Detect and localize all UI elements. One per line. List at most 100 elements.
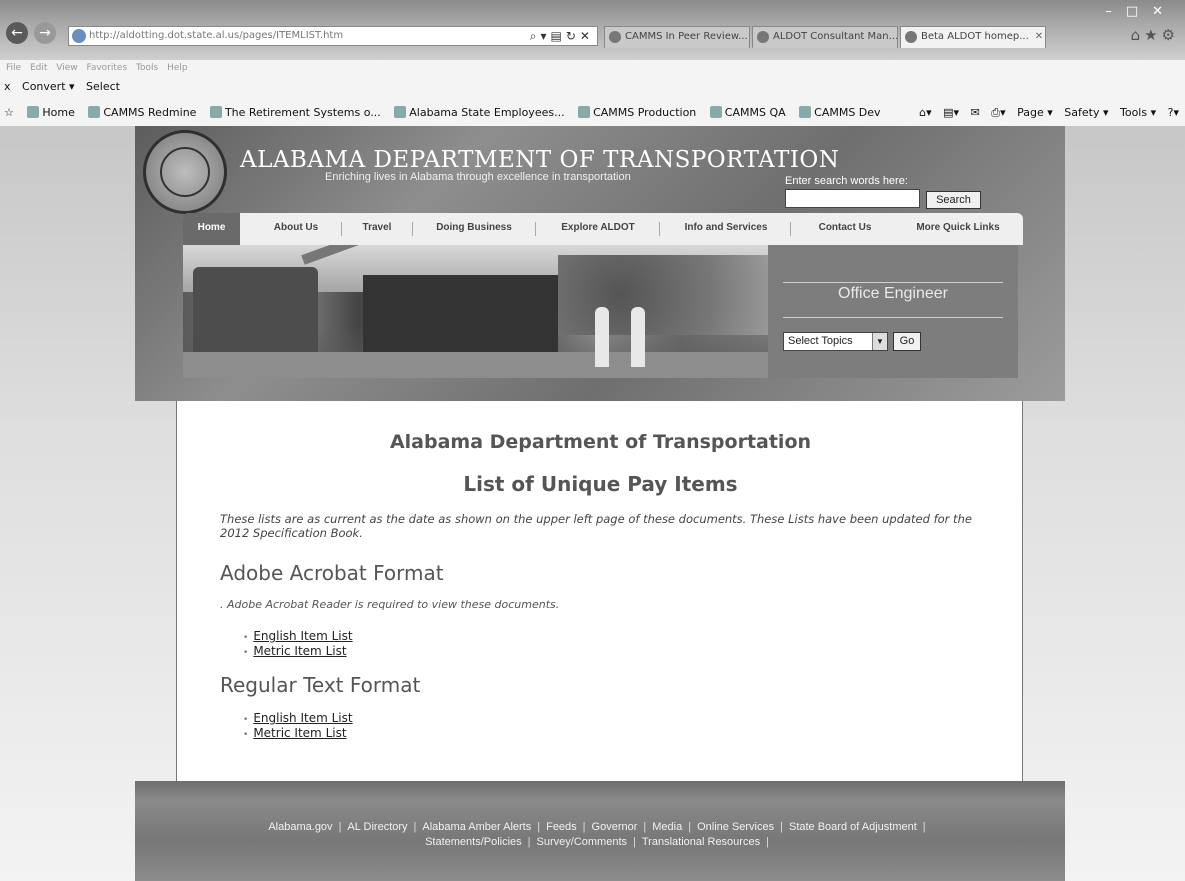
window-controls[interactable]: –□✕ bbox=[1105, 4, 1177, 19]
ie-icon bbox=[709, 106, 722, 118]
tab-aldot-consultant[interactable]: ALDOT Consultant Man... bbox=[752, 26, 898, 48]
site-header: ALABAMA DEPARTMENT OF TRANSPORTATION Enr… bbox=[135, 126, 1065, 401]
banner-photo bbox=[183, 245, 768, 378]
nav-info-and-services[interactable]: Info and Services bbox=[667, 213, 785, 245]
footer-link-statements-policies[interactable]: Statements/Policies bbox=[425, 836, 522, 848]
help-icon[interactable]: ?▾ bbox=[1168, 106, 1179, 119]
text-metric-item-list-link[interactable]: Metric Item List bbox=[253, 726, 346, 740]
menu-view[interactable]: View bbox=[56, 63, 77, 73]
footer-link-alabama-gov[interactable]: Alabama.gov bbox=[268, 821, 332, 833]
tab-favicon bbox=[905, 31, 917, 43]
url-text: http://aldotting.dot.state.al.us/pages/I… bbox=[89, 30, 344, 41]
search-input[interactable] bbox=[785, 189, 920, 208]
close-icon[interactable]: ✕ bbox=[1035, 31, 1043, 42]
pdf-english-item-list-link[interactable]: English Item List bbox=[253, 629, 352, 643]
text-english-item-list-link[interactable]: English Item List bbox=[253, 711, 352, 725]
fav-retirement-systems[interactable]: The Retirement Systems o... bbox=[209, 106, 381, 119]
footer-links-row2: Statements/Policies | Survey/Comments | Tran… bbox=[425, 836, 769, 848]
link-icon bbox=[394, 106, 407, 118]
browser-titlebar: ← → http://aldotting.dot.state.al.us/pag… bbox=[0, 0, 1185, 60]
tab-beta-aldot[interactable]: Beta ALDOT homep... ✕ bbox=[900, 26, 1046, 48]
main-content: Alabama Department of Transportation Lis… bbox=[176, 401, 1023, 781]
list-item: • Metric Item List bbox=[243, 726, 347, 740]
link-icon bbox=[88, 106, 101, 118]
footer-link-al-directory[interactable]: AL Directory bbox=[347, 821, 407, 833]
site-title[interactable]: ALABAMA DEPARTMENT OF TRANSPORTATION bbox=[240, 147, 839, 173]
menu-tools[interactable]: Tools bbox=[136, 63, 158, 73]
tab-favicon bbox=[609, 31, 621, 43]
alabama-seal-logo[interactable] bbox=[143, 130, 227, 214]
nav-about-us[interactable]: About Us bbox=[256, 213, 336, 245]
nav-more-quick-links[interactable]: More Quick Links bbox=[898, 213, 1018, 245]
page-menu[interactable]: Page ▾ bbox=[1017, 106, 1053, 119]
command-bar: x Convert ▾ Select bbox=[0, 80, 128, 98]
footer-link-amber-alerts[interactable]: Alabama Amber Alerts bbox=[422, 821, 531, 833]
site-tagline: Enriching lives in Alabama through excel… bbox=[325, 171, 631, 183]
tab-favicon bbox=[757, 31, 769, 43]
intro-text: These lists are as current as the date a… bbox=[220, 512, 972, 540]
nav-explore-aldot[interactable]: Explore ALDOT bbox=[543, 213, 653, 245]
nav-divider bbox=[790, 222, 791, 236]
main-nav: Home About Us Travel Doing Business Expl… bbox=[183, 213, 1023, 245]
office-panel: Office Engineer Select Topics ▼ Go bbox=[768, 245, 1018, 378]
feeds-icon[interactable]: ▤▾ bbox=[943, 106, 959, 119]
fav-camms-production[interactable]: CAMMS Production bbox=[578, 106, 696, 119]
list-item: • English Item List bbox=[243, 711, 353, 725]
nav-divider bbox=[535, 222, 536, 236]
footer-links-row1: Alabama.gov | AL Directory | Alabama Amber A… bbox=[268, 821, 926, 833]
footer-link-survey-comments[interactable]: Survey/Comments bbox=[537, 836, 627, 848]
nav-divider bbox=[659, 222, 660, 236]
menu-file[interactable]: File bbox=[6, 63, 21, 73]
fav-camms-qa[interactable]: CAMMS QA bbox=[709, 106, 786, 119]
footer-link-online-services[interactable]: Online Services bbox=[697, 821, 774, 833]
nav-divider bbox=[341, 222, 342, 236]
ie-icon bbox=[27, 106, 40, 118]
home-favorites-icons[interactable]: ⌂★⚙ bbox=[1131, 26, 1179, 44]
footer-link-translational-resources[interactable]: Translational Resources bbox=[642, 836, 760, 848]
footer-link-feeds[interactable]: Feeds bbox=[546, 821, 577, 833]
list-item: • Metric Item List bbox=[243, 644, 347, 658]
safety-menu[interactable]: Safety ▾ bbox=[1064, 106, 1108, 119]
nav-doing-business[interactable]: Doing Business bbox=[419, 213, 529, 245]
link-icon bbox=[209, 106, 222, 118]
close-toolbar-button[interactable]: x bbox=[4, 80, 11, 93]
page-subheading: List of Unique Pay Items bbox=[463, 472, 738, 496]
nav-travel[interactable]: Travel bbox=[347, 213, 407, 245]
section-title-acrobat: Adobe Acrobat Format bbox=[220, 561, 444, 585]
page-viewport: ALABAMA DEPARTMENT OF TRANSPORTATION Enr… bbox=[0, 126, 1185, 881]
fav-home[interactable]: Home bbox=[27, 106, 75, 119]
menu-help[interactable]: Help bbox=[167, 63, 188, 73]
fav-state-employees[interactable]: Alabama State Employees... bbox=[394, 106, 565, 119]
go-button[interactable]: Go bbox=[893, 332, 921, 351]
address-tools[interactable]: ⌕▾▤↻✕ bbox=[508, 26, 598, 46]
favorites-bar: ☆ Home CAMMS Redmine The Retirement Syst… bbox=[0, 101, 1185, 125]
page-icon bbox=[72, 29, 86, 43]
pdf-metric-item-list-link[interactable]: Metric Item List bbox=[253, 644, 346, 658]
menu-favorites[interactable]: Favorites bbox=[86, 63, 127, 73]
nav-contact-us[interactable]: Contact Us bbox=[800, 213, 890, 245]
topics-select[interactable]: Select Topics ▼ bbox=[783, 332, 888, 351]
page-heading: Alabama Department of Transportation bbox=[389, 431, 812, 453]
favorites-star-icon[interactable]: ☆ bbox=[4, 106, 14, 119]
footer-link-media[interactable]: Media bbox=[652, 821, 682, 833]
back-button[interactable]: ← bbox=[6, 22, 28, 44]
fav-camms-redmine[interactable]: CAMMS Redmine bbox=[88, 106, 196, 119]
site-container: ALABAMA DEPARTMENT OF TRANSPORTATION Enr… bbox=[135, 126, 1065, 881]
tools-menu[interactable]: Tools ▾ bbox=[1120, 106, 1156, 119]
menu-edit[interactable]: Edit bbox=[30, 63, 47, 73]
select-button[interactable]: Select bbox=[86, 80, 120, 93]
acrobat-note: . Adobe Acrobat Reader is required to vi… bbox=[220, 598, 560, 611]
nav-home[interactable]: Home bbox=[183, 213, 240, 245]
convert-button[interactable]: Convert ▾ bbox=[22, 80, 75, 93]
forward-button[interactable]: → bbox=[34, 22, 56, 44]
mail-icon[interactable]: ✉ bbox=[971, 106, 980, 119]
footer-link-board-of-adjustment[interactable]: State Board of Adjustment bbox=[789, 821, 917, 833]
fav-camms-dev[interactable]: CAMMS Dev bbox=[799, 106, 881, 119]
search-button[interactable]: Search bbox=[926, 191, 981, 209]
footer-link-governor[interactable]: Governor bbox=[592, 821, 638, 833]
list-item: • English Item List bbox=[243, 629, 353, 643]
home-icon[interactable]: ⌂▾ bbox=[919, 106, 932, 119]
browser-tools: ⌂▾ ▤▾ ✉ ⎙▾ Page ▾ Safety ▾ Tools ▾ ?▾ bbox=[911, 101, 1179, 125]
tab-camms-peer-review[interactable]: CAMMS In Peer Review... bbox=[604, 26, 750, 48]
print-icon[interactable]: ⎙▾ bbox=[991, 106, 1005, 119]
